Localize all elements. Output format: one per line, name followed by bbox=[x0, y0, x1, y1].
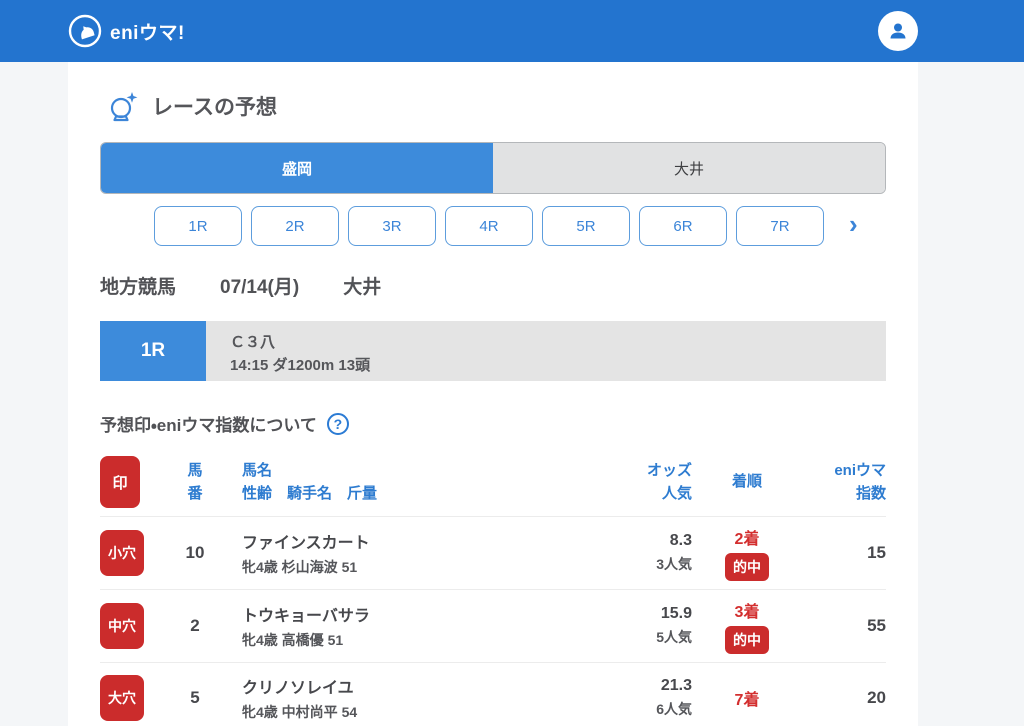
tab-oi[interactable]: 大井 bbox=[493, 143, 885, 193]
app-header: eniウマ! bbox=[0, 0, 1024, 62]
horse-number: 5 bbox=[164, 688, 226, 708]
horse-name: トウキョーバサラ bbox=[242, 602, 582, 626]
header-result: 着順 bbox=[692, 470, 802, 493]
eniuma-index: 55 bbox=[802, 616, 886, 636]
horse-name: クリノソレイユ bbox=[242, 674, 582, 698]
race-number-label: 1R bbox=[100, 321, 206, 381]
main-content-card: レースの予想 盛岡 大井 1R 2R 3R 4R 5R 6R 7R › 地方競馬… bbox=[68, 62, 918, 726]
race-button-6r[interactable]: 6R bbox=[639, 206, 727, 246]
horse-logo-icon bbox=[68, 14, 102, 48]
section-title-row: レースの予想 bbox=[108, 90, 886, 122]
popularity: 3人気 bbox=[582, 554, 692, 574]
race-info-bar[interactable]: 1R Ｃ３八 14:15 ダ1200m 13頭 bbox=[100, 321, 886, 381]
race-button-3r[interactable]: 3R bbox=[348, 206, 436, 246]
race-button-2r[interactable]: 2R bbox=[251, 206, 339, 246]
race-button-7r[interactable]: 7R bbox=[736, 206, 824, 246]
header-index: eniウマ 指数 bbox=[802, 459, 886, 506]
race-button-1r[interactable]: 1R bbox=[154, 206, 242, 246]
user-icon bbox=[886, 19, 910, 43]
header-mark-badge: 印 bbox=[100, 456, 140, 508]
finish-rank: 3着 bbox=[692, 598, 802, 622]
about-label: 予想印・eniウマ指数について bbox=[100, 411, 317, 436]
horse-detail: 牝4歳 中村尚平 54 bbox=[242, 702, 582, 722]
header-number: 馬 番 bbox=[164, 459, 226, 506]
about-row: 予想印・eniウマ指数について ? bbox=[100, 411, 886, 436]
help-icon[interactable]: ? bbox=[327, 413, 349, 435]
race-meta-row: 地方競馬 07/14(月) 大井 bbox=[100, 272, 886, 299]
eniuma-index: 20 bbox=[802, 688, 886, 708]
chevron-right-icon[interactable]: › bbox=[849, 211, 858, 241]
race-button-4r[interactable]: 4R bbox=[445, 206, 533, 246]
horse-detail: 牝4歳 高橋優 51 bbox=[242, 630, 582, 650]
crystal-ball-icon bbox=[108, 90, 138, 122]
prediction-mark-badge: 中穴 bbox=[100, 603, 144, 649]
table-row[interactable]: 中穴 2 トウキョーバサラ 牝4歳 高橋優 51 15.9 5人気 3着 的中 … bbox=[100, 590, 886, 663]
eniuma-index: 15 bbox=[802, 543, 886, 563]
tab-morioka[interactable]: 盛岡 bbox=[101, 143, 493, 193]
table-row[interactable]: 小穴 10 ファインスカート 牝4歳 杉山海波 51 8.3 3人気 2着 的中… bbox=[100, 517, 886, 590]
race-info-body: Ｃ３八 14:15 ダ1200m 13頭 bbox=[206, 321, 886, 381]
hit-badge: 的中 bbox=[725, 626, 769, 654]
user-avatar-button[interactable] bbox=[878, 11, 918, 51]
meta-track: 大井 bbox=[343, 272, 381, 299]
odds-value: 21.3 bbox=[582, 677, 692, 695]
odds-value: 8.3 bbox=[582, 532, 692, 550]
horse-detail: 牝4歳 杉山海波 51 bbox=[242, 557, 582, 577]
prediction-mark-badge: 小穴 bbox=[100, 530, 144, 576]
race-number-buttons: 1R 2R 3R 4R 5R 6R 7R › bbox=[154, 206, 886, 246]
horse-name: ファインスカート bbox=[242, 529, 582, 553]
odds-value: 15.9 bbox=[582, 605, 692, 623]
prediction-table: 印 馬 番 馬名 性齢 騎手名 斤量 オッズ 人気 着順 eniウマ 指数 bbox=[100, 454, 886, 726]
hit-badge: 的中 bbox=[725, 553, 769, 581]
header-odds: オッズ 人気 bbox=[582, 459, 692, 506]
logo-text: eniウマ! bbox=[110, 18, 185, 45]
finish-rank: 2着 bbox=[692, 525, 802, 549]
table-header-row: 印 馬 番 馬名 性齢 騎手名 斤量 オッズ 人気 着順 eniウマ 指数 bbox=[100, 454, 886, 517]
race-details: 14:15 ダ1200m 13頭 bbox=[230, 354, 886, 375]
app-logo[interactable]: eniウマ! bbox=[68, 14, 185, 48]
horse-number: 10 bbox=[164, 543, 226, 563]
page-title: レースの予想 bbox=[152, 91, 277, 121]
finish-rank: 7着 bbox=[692, 686, 802, 710]
prediction-mark-badge: 大穴 bbox=[100, 675, 144, 721]
meta-category: 地方競馬 bbox=[100, 272, 176, 299]
track-tabs: 盛岡 大井 bbox=[100, 142, 886, 194]
table-row[interactable]: 大穴 5 クリノソレイユ 牝4歳 中村尚平 54 21.3 6人気 7着 20 bbox=[100, 663, 886, 726]
meta-date: 07/14(月) bbox=[220, 272, 299, 299]
popularity: 5人気 bbox=[582, 627, 692, 647]
header-name: 馬名 性齢 騎手名 斤量 bbox=[226, 459, 582, 506]
race-button-5r[interactable]: 5R bbox=[542, 206, 630, 246]
horse-number: 2 bbox=[164, 616, 226, 636]
popularity: 6人気 bbox=[582, 699, 692, 719]
race-class: Ｃ３八 bbox=[230, 331, 886, 352]
